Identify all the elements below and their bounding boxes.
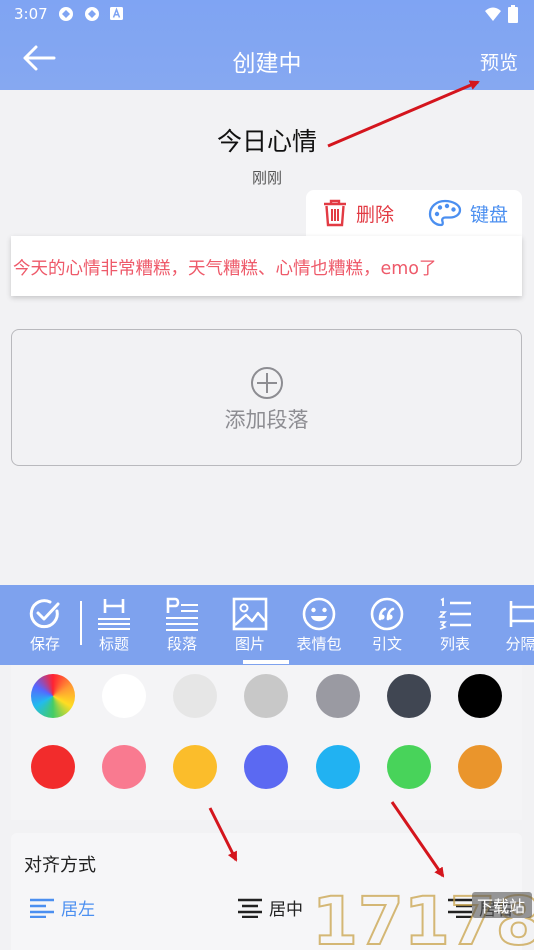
keyboard-label: 键盘 [470, 203, 509, 226]
toolbar-save-label: 保存 [29, 635, 60, 653]
add-paragraph-button[interactable]: 添加段落 [11, 329, 522, 466]
toolbar-image-label: 图片 [234, 635, 265, 653]
watermark-logo: 17178 下载站 [311, 876, 534, 950]
color-swatch[interactable] [244, 674, 288, 718]
delete-button[interactable]: 删除 [322, 198, 394, 228]
watermark-sub: 下载站 [477, 897, 525, 916]
align-left-button[interactable]: 居左 [29, 895, 95, 920]
palette-icon [428, 199, 462, 227]
toolbar-divider [80, 601, 82, 645]
toolbar-emoji[interactable]: 表情包 [290, 585, 348, 665]
toolbar-list-label: 列表 [439, 635, 470, 653]
toolbar-list[interactable]: 列表 [428, 585, 482, 665]
align-left-icon [30, 898, 54, 918]
color-swatch[interactable] [458, 745, 502, 789]
watermark-graphic: 17178 下载站 [311, 882, 534, 950]
plus-circle-icon [251, 367, 283, 399]
color-swatch[interactable] [316, 674, 360, 718]
color-swatch[interactable] [31, 745, 75, 789]
color-swatch[interactable] [102, 745, 146, 789]
toolbar-paragraph-label: 段落 [166, 635, 197, 653]
paragraph-text[interactable]: 今天的心情非常糟糕，天气糟糕、心情也糟糕，emo了 [13, 255, 437, 280]
add-paragraph-label: 添加段落 [224, 408, 309, 432]
note-timestamp: 刚刚 [251, 169, 282, 187]
toolbar-save[interactable]: 保存 [16, 585, 74, 665]
toolbar-paragraph[interactable]: 段落 [156, 585, 208, 665]
color-swatch[interactable] [102, 674, 146, 718]
delete-label: 删除 [356, 203, 395, 226]
align-center-label: 居中 [269, 900, 303, 920]
editor-toolbar: 保存 标题 段落 图片 表情包 引文 列表 分隔 [0, 585, 534, 665]
image-icon [232, 597, 268, 631]
alignment-title: 对齐方式 [24, 855, 96, 876]
color-swatch[interactable] [173, 745, 217, 789]
app-notification-icon-2 [85, 7, 99, 21]
toolbar-divider-label: 分隔线 [505, 635, 534, 653]
toolbar-heading-label: 标题 [98, 635, 129, 653]
divider-icon [509, 601, 534, 627]
align-center-icon [238, 898, 262, 918]
toolbar-quote-label: 引文 [371, 635, 402, 653]
trash-icon [324, 199, 346, 227]
check-circle-icon [29, 599, 60, 629]
emoji-icon [302, 597, 336, 631]
color-swatch[interactable] [316, 745, 360, 789]
toolbar-heading[interactable]: 标题 [88, 585, 140, 665]
battery-icon [508, 5, 518, 23]
color-swatch[interactable] [173, 674, 217, 718]
toolbar-quote[interactable]: 引文 [360, 585, 414, 665]
paragraph-icon [166, 597, 198, 631]
app-notification-icon [59, 7, 73, 21]
paragraph-actions: 删除 键盘 [306, 190, 522, 236]
status-bar: 3:07 [0, 0, 534, 28]
status-time: 3:07 [14, 5, 48, 23]
list-icon [438, 597, 471, 630]
toolbar-image[interactable]: 图片 [224, 585, 276, 665]
align-center-button[interactable]: 居中 [237, 895, 303, 920]
app-header: 3:07 创建中 预览 [0, 0, 534, 90]
wifi-icon [485, 7, 501, 21]
color-swatch[interactable] [387, 674, 431, 718]
a-notification-icon [110, 7, 123, 20]
color-swatch[interactable] [244, 745, 288, 789]
note-title[interactable]: 今日心情 [0, 122, 534, 158]
align-left-label: 居左 [61, 900, 95, 920]
toolbar-divider-line[interactable]: 分隔线 [498, 585, 534, 665]
keyboard-button[interactable]: 键盘 [428, 198, 508, 228]
quote-icon [370, 597, 404, 631]
page-title: 创建中 [232, 51, 302, 77]
color-swatch[interactable] [458, 674, 502, 718]
toolbar-emoji-label: 表情包 [296, 635, 342, 653]
active-tab-indicator [243, 660, 289, 664]
heading-icon [98, 599, 130, 630]
paragraph-card[interactable]: 今天的心情非常糟糕，天气糟糕、心情也糟糕，emo了 [11, 236, 522, 296]
color-panel [11, 665, 522, 820]
color-swatch[interactable] [387, 745, 431, 789]
color-swatch-multicolor[interactable] [31, 674, 75, 718]
preview-button[interactable]: 预览 [480, 48, 518, 75]
